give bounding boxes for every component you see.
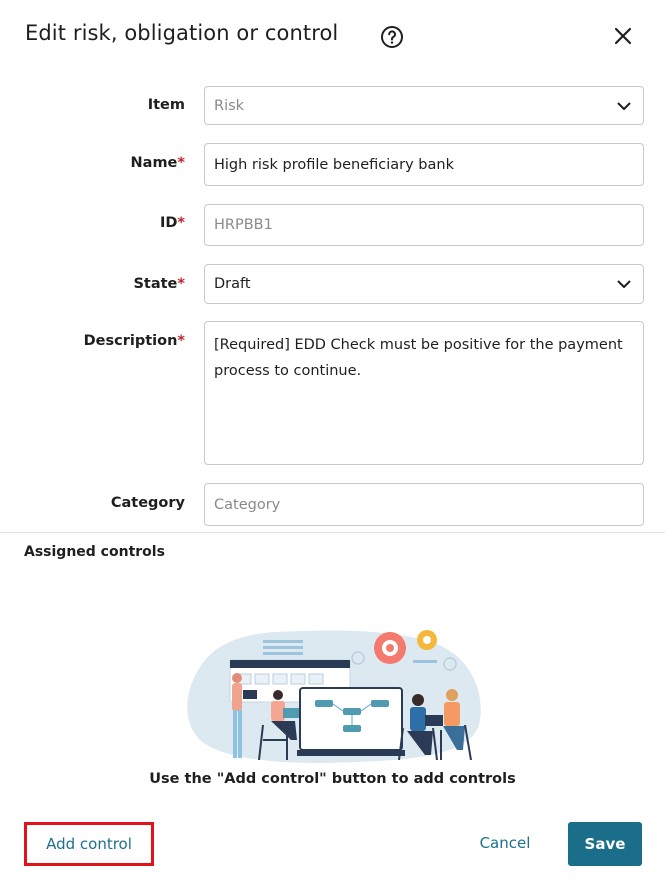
dialog-title: Edit risk, obligation or control — [25, 21, 339, 45]
assigned-controls-title: Assigned controls — [24, 544, 165, 560]
state-value: Draft — [214, 276, 251, 292]
empty-state-illustration — [187, 630, 481, 763]
chevron-down-icon — [617, 280, 631, 288]
name-field[interactable]: High risk profile beneficiary bank — [204, 143, 644, 186]
state-select[interactable]: Draft — [204, 264, 644, 304]
name-value: High risk profile beneficiary bank — [214, 156, 454, 173]
chevron-down-icon — [617, 102, 631, 110]
item-value: Risk — [214, 97, 245, 114]
name-label: Name* — [130, 155, 185, 171]
category-label: Category — [110, 495, 185, 511]
id-field[interactable]: HRPBB1 — [204, 204, 644, 246]
category-placeholder: Category — [214, 496, 281, 513]
id-value: HRPBB1 — [214, 217, 273, 233]
state-label: State* — [133, 276, 185, 292]
close-icon[interactable] — [611, 24, 635, 48]
category-field[interactable]: Category — [204, 483, 644, 526]
section-divider — [0, 532, 665, 533]
description-value: [Required] EDD Check must be positive fo… — [214, 337, 623, 379]
item-label: Item — [147, 97, 185, 113]
item-select[interactable]: Risk — [204, 86, 644, 125]
description-label: Description* — [83, 333, 185, 349]
add-control-button[interactable]: Add control — [24, 822, 154, 866]
help-icon[interactable] — [380, 25, 404, 49]
save-button[interactable]: Save — [568, 822, 642, 866]
id-label: ID* — [159, 215, 185, 231]
cancel-button[interactable]: Cancel — [466, 823, 544, 863]
empty-state-message: Use the "Add control" button to add cont… — [149, 771, 516, 787]
description-textarea[interactable]: [Required] EDD Check must be positive fo… — [204, 321, 644, 465]
